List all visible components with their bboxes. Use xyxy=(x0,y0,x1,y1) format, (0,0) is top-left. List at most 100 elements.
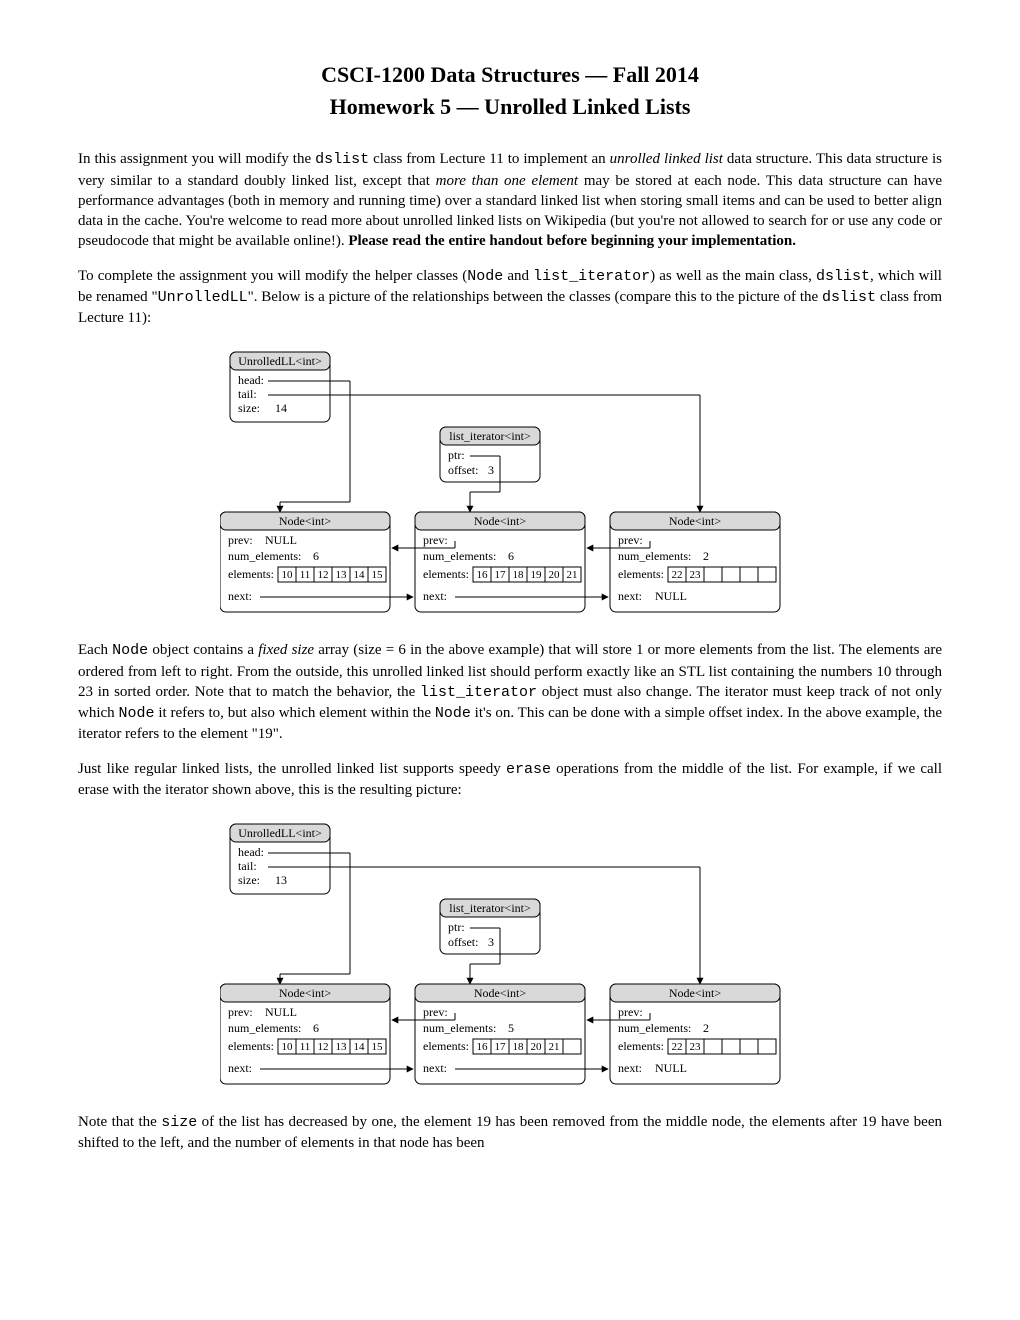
svg-text:Node<int>: Node<int> xyxy=(279,514,331,528)
text: Each xyxy=(78,642,112,658)
paragraph-4: Just like regular linked lists, the unro… xyxy=(78,759,942,801)
svg-text:6: 6 xyxy=(508,549,514,563)
svg-text:elements:: elements: xyxy=(423,1039,469,1053)
italic-unrolled: unrolled linked list xyxy=(610,151,723,167)
code-unrolledll: UnrolledLL xyxy=(158,289,248,306)
svg-text:prev:: prev: xyxy=(423,533,448,547)
bold-please-read: Please read the entire handout before be… xyxy=(348,233,796,249)
svg-text:14: 14 xyxy=(354,1041,366,1053)
text: it refers to, but also which element wit… xyxy=(155,705,435,721)
svg-text:16: 16 xyxy=(477,569,489,581)
code-node: Node xyxy=(435,705,471,722)
svg-text:prev:: prev: xyxy=(423,1005,448,1019)
svg-text:Node<int>: Node<int> xyxy=(669,514,721,528)
svg-text:20: 20 xyxy=(549,569,561,581)
page-title: CSCI-1200 Data Structures — Fall 2014 xyxy=(78,60,942,90)
svg-text:num_elements:: num_elements: xyxy=(228,1021,301,1035)
code-dslist: dslist xyxy=(315,151,369,168)
offset-label: offset: xyxy=(448,463,478,477)
svg-text:10: 10 xyxy=(282,569,294,581)
offset-value: 3 xyxy=(488,935,494,949)
svg-text:6: 6 xyxy=(313,1021,319,1035)
text: ) as well as the main class, xyxy=(650,268,816,284)
paragraph-2: To complete the assignment you will modi… xyxy=(78,266,942,329)
svg-text:22: 22 xyxy=(672,1041,683,1053)
code-list-iterator: list_iterator xyxy=(420,684,537,701)
svg-text:elements:: elements: xyxy=(228,1039,274,1053)
svg-text:prev:: prev: xyxy=(228,533,253,547)
svg-text:next:: next: xyxy=(228,1061,252,1075)
svg-text:13: 13 xyxy=(336,1041,348,1053)
svg-text:21: 21 xyxy=(567,569,578,581)
text: In this assignment you will modify the xyxy=(78,151,315,167)
svg-text:2: 2 xyxy=(703,1021,709,1035)
svg-text:elements:: elements: xyxy=(618,567,664,581)
svg-text:Node<int>: Node<int> xyxy=(474,986,526,1000)
figure-2: UnrolledLL<int> head: tail: size: 13 lis… xyxy=(78,814,942,1094)
page-subtitle: Homework 5 — Unrolled Linked Lists xyxy=(78,92,942,122)
svg-text:next:: next: xyxy=(618,589,642,603)
svg-text:NULL: NULL xyxy=(265,533,297,547)
svg-text:15: 15 xyxy=(372,569,384,581)
italic-fixed-size: fixed size xyxy=(258,642,314,658)
code-size: size xyxy=(161,1114,197,1131)
svg-text:21: 21 xyxy=(549,1041,560,1053)
svg-text:NULL: NULL xyxy=(655,589,687,603)
svg-text:num_elements:: num_elements: xyxy=(423,1021,496,1035)
svg-text:next:: next: xyxy=(618,1061,642,1075)
svg-text:5: 5 xyxy=(508,1021,514,1035)
svg-text:elements:: elements: xyxy=(423,567,469,581)
svg-text:num_elements:: num_elements: xyxy=(618,549,691,563)
code-node: Node xyxy=(119,705,155,722)
ptr-label: ptr: xyxy=(448,448,465,462)
svg-text:23: 23 xyxy=(690,569,702,581)
svg-text:22: 22 xyxy=(672,569,683,581)
svg-text:10: 10 xyxy=(282,1041,294,1053)
svg-text:num_elements:: num_elements: xyxy=(618,1021,691,1035)
text: and xyxy=(503,268,533,284)
svg-text:elements:: elements: xyxy=(618,1039,664,1053)
text: Just like regular linked lists, the unro… xyxy=(78,761,506,777)
text: ". Below is a picture of the relationshi… xyxy=(248,289,822,305)
paragraph-1: In this assignment you will modify the d… xyxy=(78,149,942,251)
code-node: Node xyxy=(112,642,148,659)
svg-text:next:: next: xyxy=(228,589,252,603)
svg-text:18: 18 xyxy=(513,569,525,581)
svg-text:17: 17 xyxy=(495,1041,507,1053)
svg-text:NULL: NULL xyxy=(265,1005,297,1019)
svg-text:16: 16 xyxy=(477,1041,489,1053)
tail-label: tail: xyxy=(238,859,257,873)
code-dslist: dslist xyxy=(816,268,870,285)
code-erase: erase xyxy=(506,761,551,778)
svg-text:Node<int>: Node<int> xyxy=(279,986,331,1000)
svg-text:17: 17 xyxy=(495,569,507,581)
svg-text:18: 18 xyxy=(513,1041,525,1053)
svg-text:11: 11 xyxy=(300,1041,311,1053)
figure-1: UnrolledLL<int> head: tail: size: 14 lis… xyxy=(78,342,942,622)
head-label: head: xyxy=(238,845,264,859)
svg-text:13: 13 xyxy=(336,569,348,581)
svg-text:12: 12 xyxy=(318,569,329,581)
svg-text:2: 2 xyxy=(703,549,709,563)
unrolledll-label: UnrolledLL<int> xyxy=(238,354,322,368)
svg-text:num_elements:: num_elements: xyxy=(423,549,496,563)
code-dslist: dslist xyxy=(822,289,876,306)
text: of the list has decreased by one, the el… xyxy=(78,1114,942,1151)
svg-text:15: 15 xyxy=(372,1041,384,1053)
text: Note that the xyxy=(78,1114,161,1130)
text: class from Lecture 11 to implement an xyxy=(369,151,610,167)
svg-text:prev:: prev: xyxy=(618,1005,643,1019)
list-iterator-label: list_iterator<int> xyxy=(449,901,531,915)
code-node: Node xyxy=(467,268,503,285)
size-value: 13 xyxy=(275,873,287,887)
size-label: size: xyxy=(238,873,260,887)
svg-text:19: 19 xyxy=(531,569,543,581)
svg-text:Node<int>: Node<int> xyxy=(669,986,721,1000)
tail-label: tail: xyxy=(238,387,257,401)
text: object contains a xyxy=(148,642,258,658)
paragraph-5: Note that the size of the list has decre… xyxy=(78,1112,942,1154)
svg-text:NULL: NULL xyxy=(655,1061,687,1075)
italic-more-than: more than one element xyxy=(436,173,578,189)
svg-text:11: 11 xyxy=(300,569,311,581)
text: To complete the assignment you will modi… xyxy=(78,268,467,284)
